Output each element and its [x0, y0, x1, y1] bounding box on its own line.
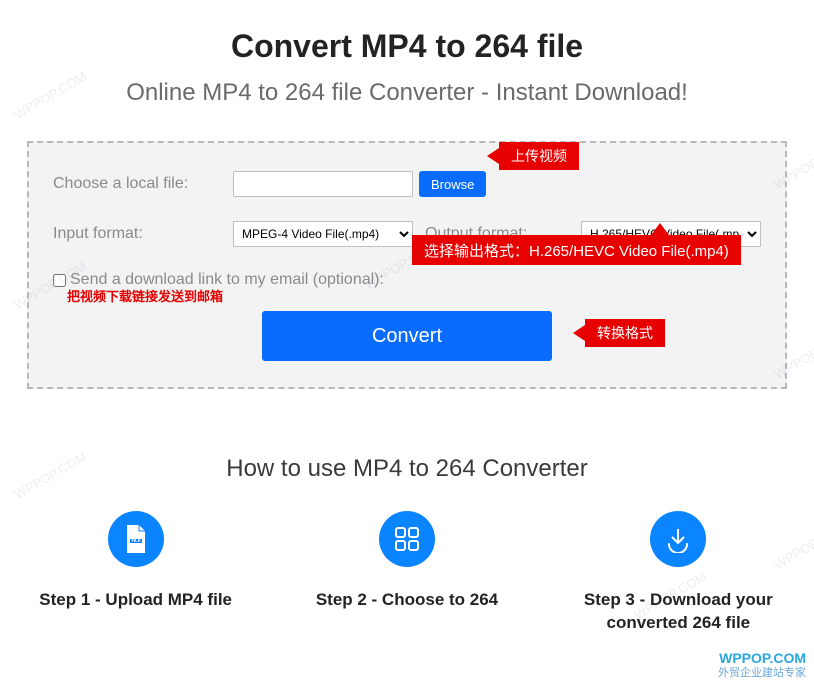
choose-file-label: Choose a local file:: [53, 175, 233, 193]
input-format-select[interactable]: MPEG-4 Video File(.mp4): [233, 221, 413, 247]
convert-button[interactable]: Convert: [262, 311, 552, 361]
file-input[interactable]: [233, 171, 413, 197]
annotation-email-note: 把视频下载链接发送到邮箱: [67, 286, 223, 305]
steps-row: FILE Step 1 - Upload MP4 file Step 2 - C…: [0, 511, 814, 635]
row-choose-file: Choose a local file: Browse: [53, 171, 761, 197]
step-2-text: Step 2 - Choose to 264: [282, 589, 532, 612]
svg-text:FILE: FILE: [131, 538, 140, 543]
browse-button[interactable]: Browse: [419, 171, 486, 197]
input-format-label: Input format:: [53, 225, 233, 243]
annotation-upload: 上传视频: [499, 142, 579, 170]
annotation-convert: 转换格式: [585, 319, 665, 347]
page-title: Convert MP4 to 264 file: [0, 28, 814, 65]
page-subtitle: Online MP4 to 264 file Converter - Insta…: [0, 79, 814, 107]
download-icon: [650, 511, 706, 567]
howto-title: How to use MP4 to 264 Converter: [0, 455, 814, 483]
footer-watermark: WPPOP.COM 外贸企业建站专家: [718, 650, 806, 680]
step-3-text: Step 3 - Download your converted 264 fil…: [553, 589, 803, 635]
step-1-text: Step 1 - Upload MP4 file: [11, 589, 261, 612]
file-icon: FILE: [108, 511, 164, 567]
converter-panel: Choose a local file: Browse Input format…: [27, 141, 787, 389]
step-1: FILE Step 1 - Upload MP4 file: [11, 511, 261, 635]
grid-icon: [379, 511, 435, 567]
email-checkbox[interactable]: [53, 274, 66, 287]
step-3: Step 3 - Download your converted 264 fil…: [553, 511, 803, 635]
annotation-select-output: 选择输出格式：H.265/HEVC Video File(.mp4): [412, 235, 741, 265]
step-2: Step 2 - Choose to 264: [282, 511, 532, 635]
